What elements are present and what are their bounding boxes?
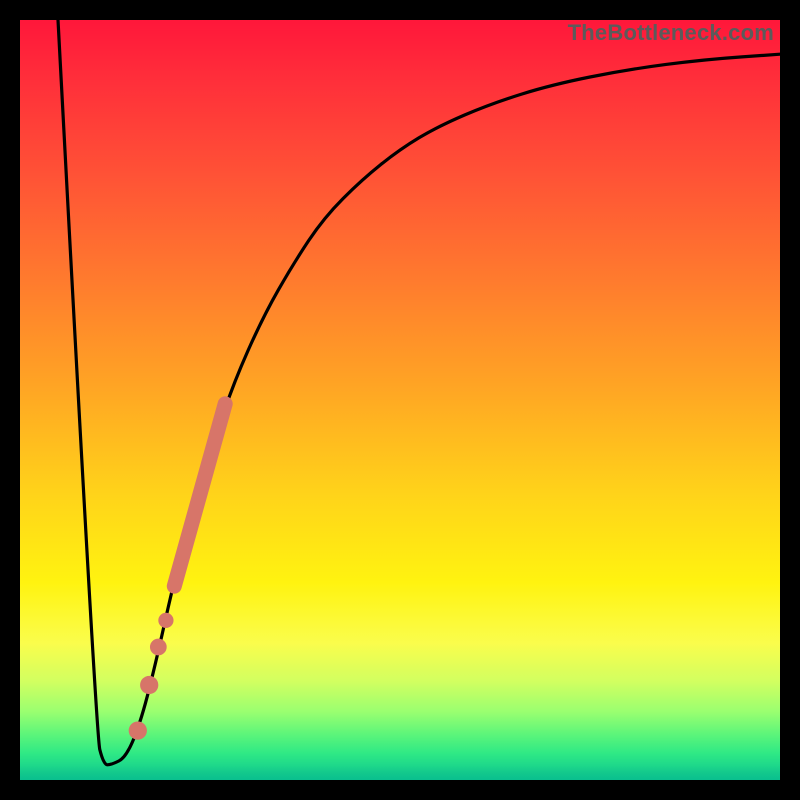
bottleneck-curve: [58, 20, 780, 765]
curve-dot: [158, 613, 173, 628]
chart-svg: [20, 20, 780, 780]
highlight-segment: [174, 404, 225, 586]
curve-markers: [129, 404, 226, 740]
curve-dot: [140, 676, 158, 694]
curve-dot: [129, 721, 147, 739]
curve-dot: [150, 639, 167, 656]
chart-frame: TheBottleneck.com: [20, 20, 780, 780]
